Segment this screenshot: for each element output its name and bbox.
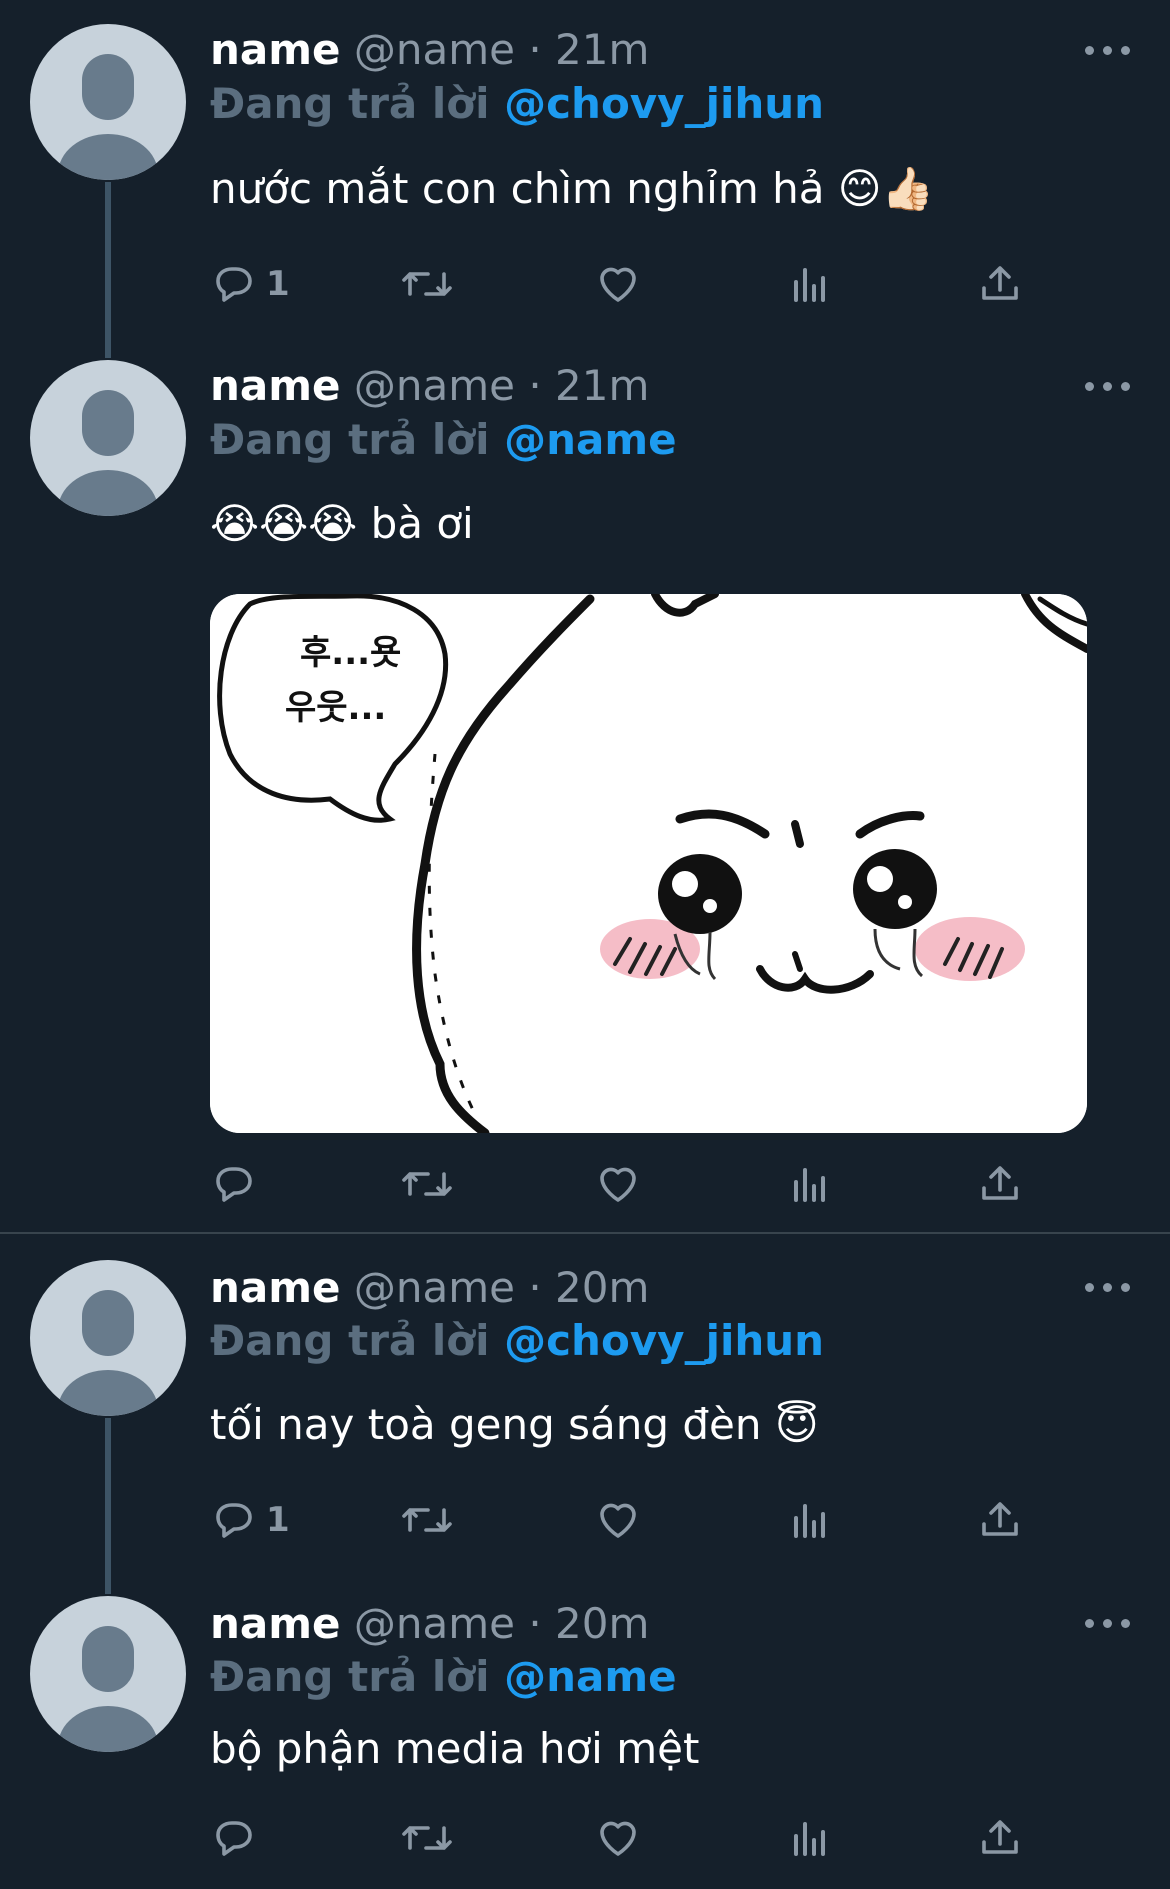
retweet-button[interactable] (400, 1810, 454, 1866)
replying-to: Đang trả lời @name (210, 1651, 677, 1703)
retweet-icon (402, 1826, 452, 1850)
more-icon[interactable] (1085, 1616, 1131, 1630)
timestamp[interactable]: 20m (555, 1599, 649, 1648)
heart-icon (600, 1821, 636, 1856)
replying-to-label: Đang trả lời (210, 1652, 490, 1701)
separator-dot: · (528, 1599, 542, 1648)
replying-to-mention[interactable]: @name (504, 1652, 677, 1701)
share-icon (982, 1820, 1018, 1854)
views-icon (794, 1822, 825, 1856)
like-button[interactable] (594, 1810, 642, 1866)
tweet-4[interactable]: name @name · 20m Đang trả lời @name bộ p… (0, 0, 1170, 1889)
reply-icon (216, 1821, 252, 1856)
tweet-text: bộ phận media hơi mệt (210, 1724, 700, 1773)
share-button[interactable] (976, 1810, 1024, 1866)
display-name[interactable]: name (210, 1599, 341, 1648)
views-button[interactable] (786, 1810, 834, 1866)
handle[interactable]: @name (354, 1599, 515, 1648)
tweet-header: name @name · 20m (210, 1598, 649, 1650)
avatar[interactable] (30, 1596, 186, 1752)
reply-button[interactable] (210, 1810, 266, 1866)
action-bar (210, 1810, 1070, 1866)
